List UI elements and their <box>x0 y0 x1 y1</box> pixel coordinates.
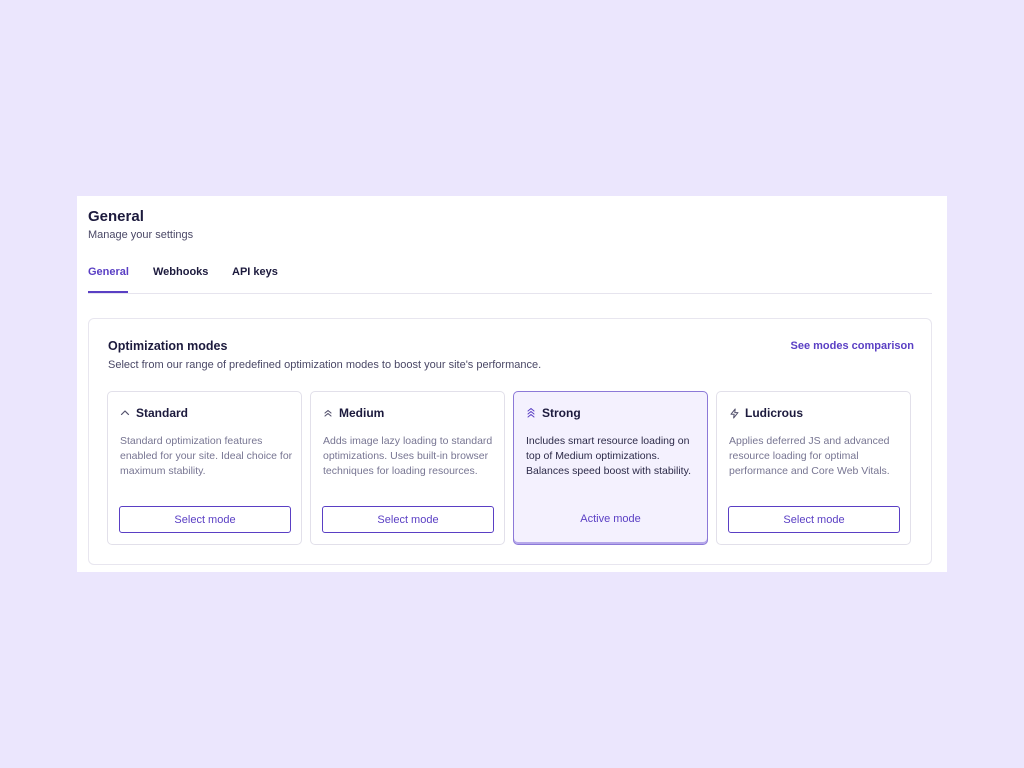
tab-api-keys[interactable]: API keys <box>232 266 278 278</box>
tab-general[interactable]: General <box>88 266 129 278</box>
page-title: General <box>88 208 144 225</box>
triple-chevron-up-icon <box>525 407 537 419</box>
double-chevron-up-icon <box>322 407 334 419</box>
select-mode-button[interactable]: Select mode <box>322 506 494 533</box>
mode-card-standard: Standard Standard optimization features … <box>107 391 302 545</box>
mode-description: Includes smart resource loading on top o… <box>526 435 691 477</box>
mode-description: Applies deferred JS and advanced resourc… <box>729 435 890 477</box>
active-mode-label: Active mode <box>580 513 641 525</box>
lightning-bolt-icon <box>728 407 740 419</box>
page-subtitle: Manage your settings <box>88 229 194 241</box>
mode-name: Strong <box>542 406 581 420</box>
mode-description: Standard optimization features enabled f… <box>120 435 293 477</box>
mode-card-ludicrous: Ludicrous Applies deferred JS and advanc… <box>716 391 911 545</box>
mode-name: Medium <box>339 406 385 420</box>
tab-bar: General Webhooks API keys <box>88 256 932 294</box>
section-title: Optimization modes <box>108 339 228 353</box>
select-mode-button[interactable]: Select mode <box>728 506 900 533</box>
chevron-up-icon <box>119 407 131 419</box>
optimization-modes-card: Optimization modes Select from our range… <box>88 318 932 565</box>
settings-panel: General Manage your settings General Web… <box>77 196 947 572</box>
select-mode-button[interactable]: Select mode <box>119 506 291 533</box>
mode-card-medium: Medium Adds image lazy loading to standa… <box>310 391 505 545</box>
active-tab-indicator <box>88 291 128 293</box>
see-modes-comparison-link[interactable]: See modes comparison <box>791 340 915 352</box>
mode-description: Adds image lazy loading to standard opti… <box>323 435 493 477</box>
mode-name: Ludicrous <box>745 406 804 420</box>
mode-name: Standard <box>136 406 189 420</box>
section-description: Select from our range of predefined opti… <box>108 359 542 371</box>
tab-webhooks[interactable]: Webhooks <box>153 266 208 278</box>
mode-card-strong: Strong Includes smart resource loading o… <box>513 391 708 545</box>
